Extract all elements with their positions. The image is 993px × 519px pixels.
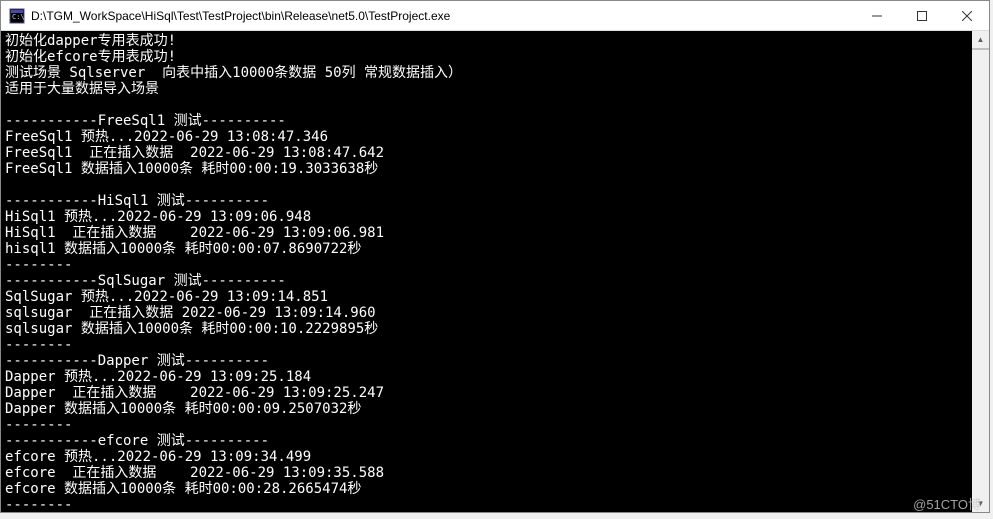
scroll-thumb[interactable] [972,48,989,50]
console-window: C:\ D:\TGM_WorkSpace\HiSql\Test\TestProj… [0,0,990,513]
close-button[interactable] [944,1,989,30]
titlebar[interactable]: C:\ D:\TGM_WorkSpace\HiSql\Test\TestProj… [1,1,989,31]
scroll-track[interactable] [972,48,989,495]
window-controls [854,1,989,30]
console-output[interactable]: 初始化dapper专用表成功! 初始化efcore专用表成功! 测试场景 Sql… [1,31,989,512]
svg-text:C:\: C:\ [12,13,25,21]
app-icon: C:\ [9,8,25,24]
window-title: D:\TGM_WorkSpace\HiSql\Test\TestProject\… [31,9,854,23]
vertical-scrollbar[interactable]: ▲ ▼ [972,31,989,512]
maximize-button[interactable] [899,1,944,30]
watermark: @51CTO博 [913,494,981,513]
scroll-up-button[interactable]: ▲ [972,31,989,48]
minimize-button[interactable] [854,1,899,30]
